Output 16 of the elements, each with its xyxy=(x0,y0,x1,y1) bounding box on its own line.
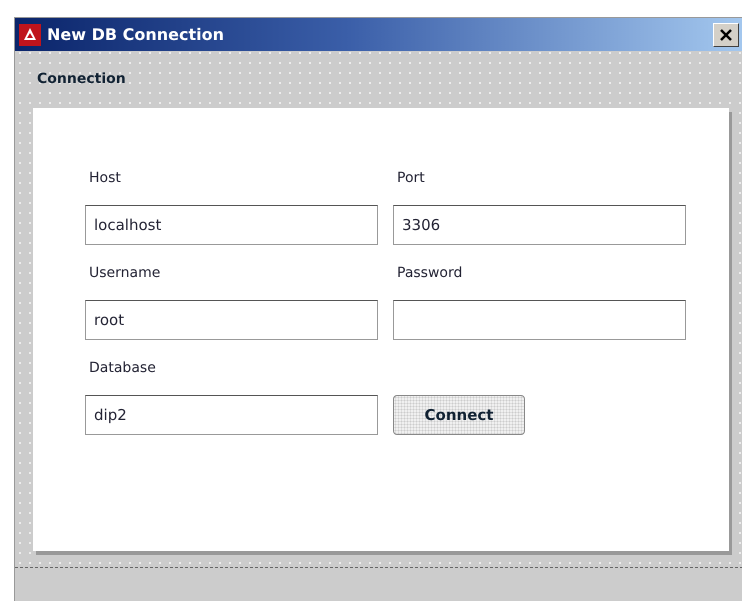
window-title: New DB Connection xyxy=(47,24,224,46)
app-icon xyxy=(19,24,41,46)
input-field[interactable]: 3306 xyxy=(393,205,686,245)
field-label: Host xyxy=(88,169,122,188)
input-field[interactable] xyxy=(393,300,686,340)
field-label: Port xyxy=(396,169,426,188)
close-icon xyxy=(719,28,733,42)
input-field[interactable]: root xyxy=(85,300,378,340)
field-label: Username xyxy=(88,264,162,283)
close-button[interactable] xyxy=(713,22,739,46)
field-label: Password xyxy=(396,264,464,283)
field-label: Database xyxy=(88,359,157,378)
input-field[interactable]: dip2 xyxy=(85,395,378,435)
connect-button[interactable]: Connect xyxy=(393,395,525,435)
section-title: Connection xyxy=(37,71,126,87)
input-field[interactable]: localhost xyxy=(85,205,378,245)
